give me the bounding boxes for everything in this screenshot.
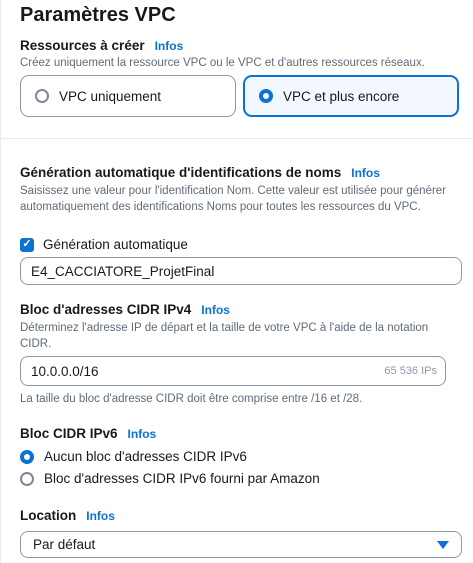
panel-border — [0, 0, 1, 563]
location-info-link[interactable]: Infos — [86, 509, 115, 523]
ipv4-description: Déterminez l'adresse IP de départ et la … — [20, 322, 429, 350]
name-tag-info-link[interactable]: Infos — [351, 166, 380, 180]
ipv4-cidr-input[interactable]: 10.0.0.0/16 65 536 IPs — [20, 356, 446, 386]
auto-generate-checkbox[interactable]: ✓ — [20, 237, 34, 252]
location-label-text: Location — [20, 508, 77, 523]
ipv6-amazon-radio[interactable] — [20, 471, 34, 486]
name-tag-input[interactable]: E4_CACCIATORE_ProjetFinal — [20, 257, 462, 285]
tile-vpc-only[interactable]: VPC uniquement — [20, 75, 236, 117]
location-label: Location Infos — [20, 508, 115, 523]
ipv4-cidr-value: 10.0.0.0/16 — [31, 363, 99, 379]
location-select-value: Par défaut — [33, 537, 96, 552]
resources-description: Créez uniquement la ressource VPC ou le … — [20, 57, 425, 69]
ipv4-hint: La taille du bloc d'adresse CIDR doit êt… — [20, 393, 363, 405]
ipv6-amazon-label: Bloc d'adresses CIDR IPv6 fourni par Ama… — [44, 471, 320, 486]
ipv6-option-none[interactable]: Aucun bloc d'adresses CIDR IPv6 — [20, 449, 247, 464]
vpc-only-label: VPC uniquement — [59, 88, 162, 104]
vpc-only-radio[interactable] — [35, 89, 49, 103]
name-tag-label-text: Génération automatique d'identifications… — [20, 165, 342, 180]
page-title: Paramètres VPC — [20, 4, 176, 26]
resources-label: Ressources à créer Infos — [20, 38, 183, 53]
ipv6-none-label: Aucun bloc d'adresses CIDR IPv6 — [44, 449, 247, 464]
ipv6-label-text: Bloc CIDR IPv6 — [20, 426, 118, 441]
location-select[interactable]: Par défaut — [20, 531, 462, 558]
caret-down-icon — [437, 540, 449, 549]
ipv6-none-radio[interactable] — [20, 449, 34, 464]
resources-info-link[interactable]: Infos — [155, 39, 184, 53]
tile-vpc-and-more[interactable]: VPC et plus encore — [243, 75, 459, 117]
ipv6-option-amazon[interactable]: Bloc d'adresses CIDR IPv6 fourni par Ama… — [20, 471, 320, 486]
ipv4-label: Bloc d'adresses CIDR IPv4 Infos — [20, 302, 230, 317]
resources-label-text: Ressources à créer — [20, 38, 145, 53]
name-tag-description: Saisissez une valeur pour l'identificati… — [20, 185, 446, 213]
vpc-and-more-label: VPC et plus encore — [283, 88, 400, 104]
auto-generate-label: Génération automatique — [43, 237, 188, 252]
section-divider — [0, 138, 473, 139]
ipv4-ip-count: 65 536 IPs — [384, 365, 437, 377]
ipv6-label: Bloc CIDR IPv6 Infos — [20, 426, 156, 441]
ipv6-info-link[interactable]: Infos — [128, 427, 157, 441]
name-tag-label: Génération automatique d'identifications… — [20, 165, 380, 180]
auto-generate-checkbox-row[interactable]: ✓ Génération automatique — [20, 237, 188, 252]
ipv4-info-link[interactable]: Infos — [201, 303, 230, 317]
vpc-and-more-radio[interactable] — [259, 89, 273, 103]
ipv4-label-text: Bloc d'adresses CIDR IPv4 — [20, 302, 192, 317]
